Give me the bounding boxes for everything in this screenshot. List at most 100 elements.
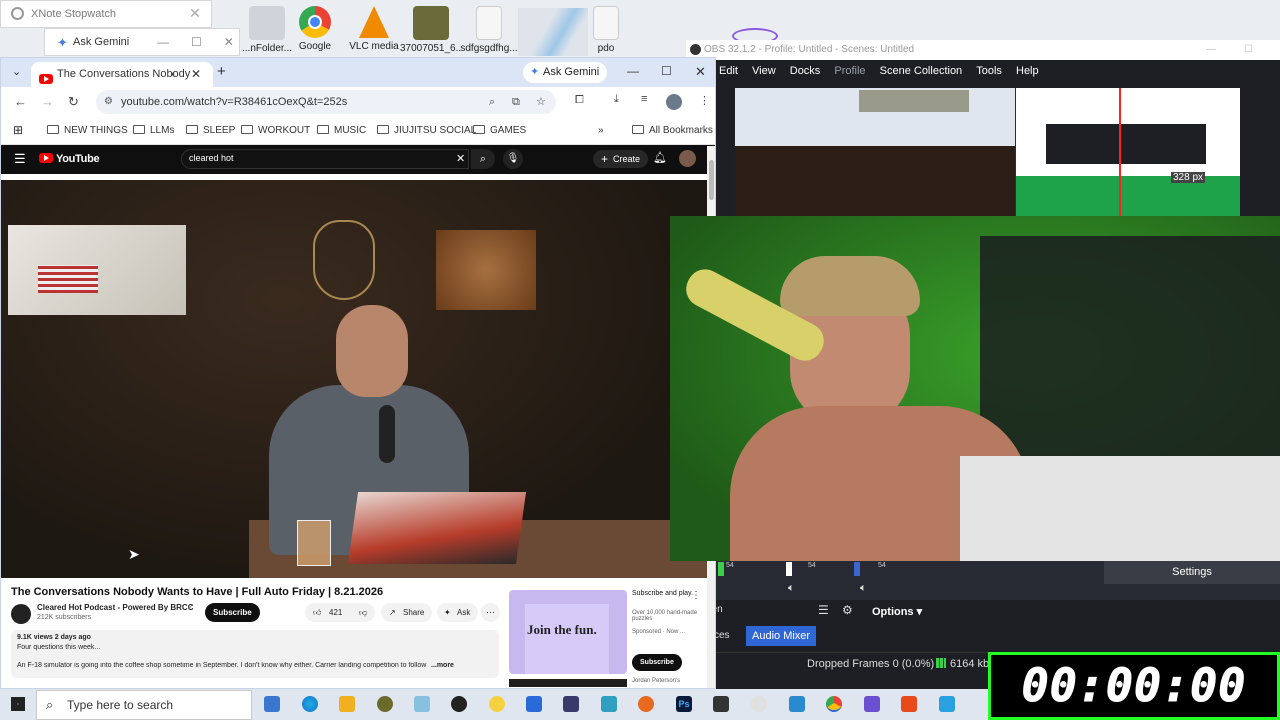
windows-start-icon[interactable] [11, 697, 25, 711]
zoom-icon[interactable]: ⌕ [489, 90, 495, 114]
app-icon[interactable] [789, 696, 805, 712]
close-icon[interactable]: ✕ [695, 64, 706, 80]
youtube-search-input[interactable]: cleared hot ✕ [181, 149, 469, 169]
bookmark-workout[interactable]: WORKOUT [241, 125, 310, 136]
menu-docks[interactable]: Docks [790, 65, 821, 77]
gear-icon[interactable]: ⚙ [842, 603, 853, 617]
speaker-icon[interactable]: 🔈︎ [860, 582, 867, 595]
app-icon[interactable] [563, 696, 579, 712]
taskbar-search-input[interactable]: ⌕ Type here to search [36, 690, 252, 720]
desktop-icon-file[interactable]: sdfgsgdfhg... [458, 6, 520, 58]
next-video-channel[interactable]: Jordan Peterson's [632, 678, 680, 684]
hamburger-menu-icon[interactable]: ☰ [14, 151, 26, 167]
create-button[interactable]: + Create [593, 150, 649, 168]
share-button[interactable]: ↗ Share [381, 603, 433, 622]
app-icon[interactable] [751, 696, 767, 712]
avatar[interactable] [679, 150, 696, 167]
ask-gemini-button[interactable]: ✦ Ask Gemini [523, 62, 608, 83]
tab-scenes[interactable]: ces [714, 630, 730, 641]
download-icon[interactable]: ⤓ [614, 93, 619, 106]
xnote-close-icon[interactable]: ✕ [189, 5, 201, 22]
desktop-icon-image[interactable]: 37007051_6... [400, 6, 462, 58]
tab-close-icon[interactable]: ✕ [191, 62, 201, 87]
forward-icon[interactable]: → [41, 94, 54, 109]
menu-tools[interactable]: Tools [976, 65, 1002, 77]
close-icon[interactable]: ✕ [224, 35, 234, 49]
desktop-icon-vlc[interactable]: VLC media [343, 6, 405, 58]
firefox-icon[interactable] [638, 696, 654, 712]
bookmark-jiujitsu-social[interactable]: JIUJITSU SOCIAL [377, 125, 476, 136]
site-info-icon[interactable]: ⚙ [104, 90, 113, 114]
docs-icon[interactable] [526, 696, 542, 712]
xnote-window[interactable]: XNote Stopwatch ✕ [0, 0, 212, 28]
task-view-icon[interactable] [264, 696, 280, 712]
ad-subscribe-button[interactable]: Subscribe [632, 654, 682, 671]
photoshop-icon[interactable]: Ps [676, 696, 692, 712]
audio-icon[interactable]: 🔈︎ [171, 62, 177, 87]
app-icon[interactable] [377, 696, 393, 712]
next-video-thumbnail[interactable] [509, 679, 627, 687]
bookmark-llms[interactable]: LLMs [133, 125, 174, 136]
scrollbar-thumb[interactable] [709, 160, 714, 200]
extensions-icon[interactable]: ⧠ [575, 94, 584, 107]
video-player[interactable]: ➤ [1, 180, 707, 578]
menu-edit[interactable]: Edit [719, 65, 738, 77]
minimize-icon[interactable]: — [627, 64, 639, 78]
lightbulb-icon[interactable] [489, 696, 505, 712]
maximize-icon[interactable]: ☐ [191, 35, 202, 49]
menu-view[interactable]: View [752, 65, 776, 77]
back-icon[interactable]: ← [14, 94, 27, 109]
search-icon[interactable]: ⌕ [471, 149, 495, 169]
profile-avatar[interactable] [666, 94, 682, 110]
desktop-icon-chrome[interactable]: Google [284, 6, 346, 58]
address-bar[interactable]: ⚙ youtube.com/watch?v=R38461cOexQ&t=252s… [96, 90, 556, 114]
more-actions-icon[interactable]: ⋯ [481, 603, 500, 622]
gemini-window[interactable]: ✦ Ask Gemini — ☐ ✕ [44, 28, 240, 56]
bookmark-sleep[interactable]: SLEEP [186, 125, 235, 136]
channel-name[interactable]: Cleared Hot Podcast - Powered By BRCC [37, 603, 193, 612]
speaker-icon[interactable]: 🔈︎ [788, 582, 795, 595]
obs-icon[interactable] [451, 696, 467, 712]
bookmark-games[interactable]: GAMES [473, 125, 526, 136]
install-icon[interactable]: ⧉ [512, 90, 520, 114]
bookmark-music[interactable]: MUSIC [317, 125, 366, 136]
ask-button[interactable]: ✦ Ask [437, 603, 479, 622]
menu-profile[interactable]: Profile [834, 65, 865, 77]
ad-menu-icon[interactable]: ⋮ [691, 590, 701, 601]
davinci-icon[interactable] [713, 696, 729, 712]
bookmarks-overflow-icon[interactable]: » [598, 125, 604, 136]
menu-help[interactable]: Help [1016, 65, 1039, 77]
media-controls-icon[interactable]: ≡ [641, 93, 647, 105]
subscribe-button[interactable]: Subscribe [205, 603, 260, 622]
apps-icon[interactable]: ⊞ [13, 123, 23, 137]
app-icon[interactable] [601, 696, 617, 712]
browser-tab[interactable]: The Conversations Nobody 🔈︎ ✕ [31, 62, 213, 87]
notifications-bell-icon[interactable]: 🔔︎ [653, 151, 667, 164]
minimize-icon[interactable]: — [1206, 40, 1216, 60]
desktop-icon-pdo[interactable]: pdo [575, 6, 637, 58]
app-icon[interactable] [864, 696, 880, 712]
minimize-icon[interactable]: — [157, 35, 169, 49]
list-icon[interactable]: ☰ [818, 603, 829, 617]
maximize-icon[interactable]: ☐ [661, 64, 672, 78]
brave-icon[interactable] [901, 696, 917, 712]
app-icon[interactable] [414, 696, 430, 712]
tab-audio-mixer[interactable]: Audio Mixer [746, 626, 817, 646]
like-icon[interactable]: 👍︎ [313, 603, 321, 622]
ad-image[interactable]: Join the fun. [509, 590, 627, 674]
channel-avatar[interactable] [11, 604, 31, 624]
new-tab-icon[interactable]: + [217, 63, 226, 80]
description-box[interactable]: 9.1K views 2 days ago Four questions thi… [11, 630, 499, 678]
chrome-icon[interactable] [826, 696, 842, 712]
menu-dots-icon[interactable]: ⋮ [699, 94, 710, 107]
bookmark-new-things[interactable]: NEW THINGS [47, 125, 128, 136]
file-explorer-icon[interactable] [339, 696, 355, 712]
edge-icon[interactable] [302, 696, 318, 712]
obs-preview[interactable]: 328 px [735, 88, 1240, 216]
tab-search-icon[interactable]: ⌄ [12, 65, 21, 78]
maximize-icon[interactable]: ☐ [1244, 40, 1253, 60]
bookmark-star-icon[interactable]: ☆ [536, 90, 546, 114]
app-icon[interactable] [939, 696, 955, 712]
dislike-icon[interactable]: 👎︎ [359, 603, 367, 622]
settings-button[interactable]: Settings [1104, 560, 1280, 584]
